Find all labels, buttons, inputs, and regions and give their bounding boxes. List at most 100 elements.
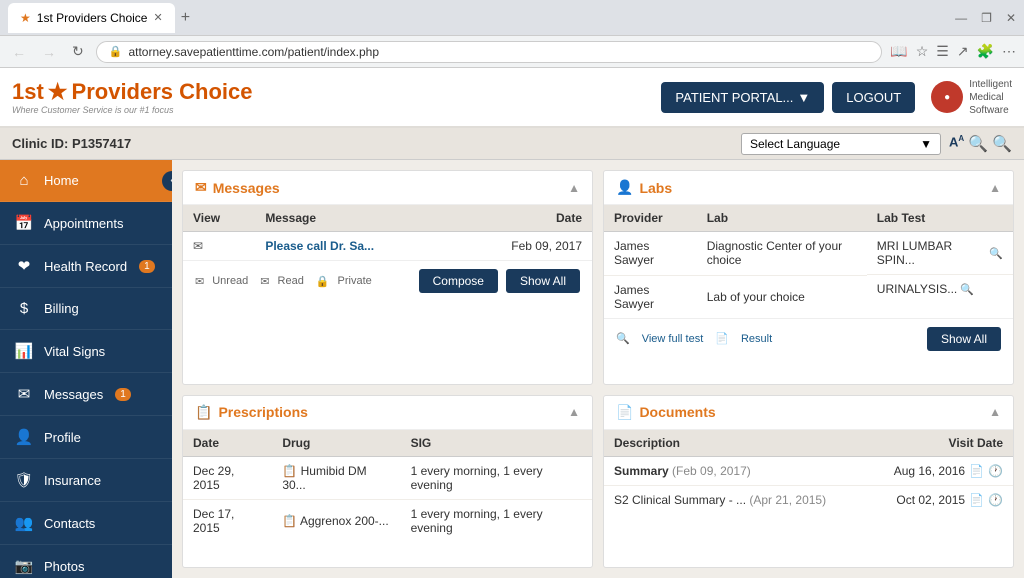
sidebar-item-vital-signs[interactable]: 📊 Vital Signs [0, 330, 172, 373]
new-tab-button[interactable]: + [181, 9, 190, 27]
doc-clock-icon-2[interactable]: 🕐 [988, 493, 1003, 507]
logout-label: LOGOUT [846, 90, 901, 105]
sidebar-item-profile[interactable]: 👤 Profile [0, 416, 172, 459]
doc-file-icon-1[interactable]: 📄 [969, 464, 984, 478]
sidebar-collapse-button[interactable]: ‹ [162, 171, 172, 191]
ims-icon-inner: ● [944, 92, 950, 103]
clinic-id-value: P1357417 [72, 136, 131, 151]
labs-card-header: 👤 Labs ▲ [604, 171, 1013, 205]
message-link[interactable]: Please call Dr. Sa... [255, 232, 453, 261]
menu-icon[interactable]: ☰ [936, 43, 949, 60]
prescriptions-card: 📋 Prescriptions ▲ Date Drug SIG [182, 395, 593, 568]
prescriptions-card-title: 📋 Prescriptions [195, 404, 308, 421]
messages-card-body: View Message Date ✉ Please call Dr. Sa..… [183, 205, 592, 260]
browser-right-icons: 📖 ☆ ☰ ↗ 🧩 ⋯ [890, 43, 1016, 60]
rx-drug-2[interactable]: 📋 Aggrenox 200-... [272, 499, 400, 542]
labs-card: 👤 Labs ▲ Provider Lab Lab Test [603, 170, 1014, 385]
documents-collapse-icon[interactable]: ▲ [989, 405, 1001, 419]
labs-show-all-button[interactable]: Show All [927, 327, 1001, 351]
language-select[interactable]: Select Language ▼ [741, 133, 941, 155]
table-row: James Sawyer Lab of your choice URINALYS… [604, 275, 1013, 318]
rx-col-date: Date [183, 430, 272, 457]
ims-line1: Intelligent [969, 78, 1012, 91]
rx-drug-icon-1: 📋 [282, 464, 297, 478]
lab-name-2: Lab of your choice [697, 275, 867, 318]
message-view-icon: ✉ [183, 232, 255, 261]
rx-col-drug: Drug [272, 430, 400, 457]
sidebar-item-home[interactable]: ⌂ Home ‹ [0, 160, 172, 202]
sidebar-item-contacts[interactable]: 👥 Contacts [0, 502, 172, 545]
text-size-icon[interactable]: AA [949, 134, 964, 154]
more-icon[interactable]: ⋯ [1002, 43, 1016, 60]
sidebar-item-photos[interactable]: 📷 Photos [0, 545, 172, 578]
sidebar-messages-label: Messages [44, 387, 103, 402]
lab-test-2[interactable]: URINALYSIS... 🔍 [867, 275, 1013, 303]
star-icon[interactable]: ☆ [916, 43, 929, 60]
prescriptions-card-header: 📋 Prescriptions ▲ [183, 396, 592, 430]
doc-file-icon-2[interactable]: 📄 [969, 493, 984, 507]
sub-header: Clinic ID: P1357417 Select Language ▼ AA… [0, 128, 1024, 160]
rx-drug-1[interactable]: 📋 Humibid DM 30... [272, 456, 400, 499]
lab-test-1[interactable]: MRI LUMBAR SPIN... 🔍 [867, 232, 1013, 275]
search-icon-2[interactable]: 🔍 [992, 134, 1012, 154]
doc-col-visit-date: Visit Date [867, 430, 1013, 457]
messages-title-text: Messages [213, 180, 280, 196]
logo-brand: Providers Choice [72, 79, 253, 105]
refresh-button[interactable]: ↻ [68, 41, 88, 62]
health-record-icon: ❤ [14, 257, 34, 275]
messages-collapse-icon[interactable]: ▲ [568, 181, 580, 195]
messages-show-all-label: Show All [520, 274, 566, 288]
reader-icon[interactable]: 📖 [890, 43, 907, 60]
documents-card: 📄 Documents ▲ Description Visit Date [603, 395, 1014, 568]
ims-text: Intelligent Medical Software [969, 78, 1012, 117]
logout-button[interactable]: LOGOUT [832, 82, 915, 113]
labs-table: Provider Lab Lab Test James Sawyer Diagn… [604, 205, 1013, 318]
close-window-icon[interactable]: ✕ [1006, 11, 1016, 25]
maximize-icon[interactable]: ❐ [981, 11, 992, 25]
documents-title-text: Documents [639, 404, 715, 420]
logo-1st: 1st [12, 79, 44, 105]
documents-card-title: 📄 Documents [616, 404, 716, 421]
unread-label: Unread [212, 275, 248, 287]
doc-clock-icon-1[interactable]: 🕐 [988, 464, 1003, 478]
lab-search-icon-1[interactable]: 🔍 [989, 247, 1003, 260]
result-link[interactable]: Result [741, 333, 772, 345]
view-full-test-link[interactable]: View full test [642, 333, 704, 345]
sidebar-item-health-record[interactable]: ❤ Health Record 1 [0, 245, 172, 288]
prescriptions-card-body: Date Drug SIG Dec 29, 2015 📋 Humibid DM … [183, 430, 592, 542]
back-button[interactable]: ← [8, 42, 30, 62]
patient-portal-label: PATIENT PORTAL... [675, 90, 793, 105]
lab-search-icon-2[interactable]: 🔍 [960, 283, 974, 296]
patient-portal-button[interactable]: PATIENT PORTAL... ▼ [661, 82, 824, 113]
insurance-icon: 🛡 [14, 471, 34, 489]
share-icon[interactable]: ↗ [957, 43, 969, 60]
sidebar-item-messages[interactable]: ✉ Messages 1 [0, 373, 172, 416]
forward-button[interactable]: → [38, 42, 60, 62]
messages-card-footer: ✉ Unread ✉ Read 🔒 Private Compose Show A… [183, 260, 592, 301]
sidebar-item-insurance[interactable]: 🛡 Insurance [0, 459, 172, 502]
search-icon-1[interactable]: 🔍 [968, 134, 988, 154]
sidebar-item-billing[interactable]: $ Billing [0, 288, 172, 330]
labs-collapse-icon[interactable]: ▲ [989, 181, 1001, 195]
lock-icon: 🔒 [109, 45, 123, 58]
extensions-icon[interactable]: 🧩 [977, 43, 994, 60]
tab-close-icon[interactable]: ✕ [153, 11, 162, 24]
lab-provider-2: James Sawyer [604, 275, 697, 318]
rx-date-2: Dec 17, 2015 [183, 499, 272, 542]
photos-icon: 📷 [14, 557, 34, 575]
unread-icon: ✉ [195, 275, 204, 288]
sidebar-item-appointments[interactable]: 📅 Appointments [0, 202, 172, 245]
read-icon: ✉ [260, 275, 269, 288]
compose-button[interactable]: Compose [419, 269, 498, 293]
lang-placeholder: Select Language [750, 137, 840, 151]
minimize-icon[interactable]: — [955, 11, 967, 25]
appointments-icon: 📅 [14, 214, 34, 232]
table-row: James Sawyer Diagnostic Center of your c… [604, 232, 1013, 276]
browser-tab[interactable]: ★ 1st Providers Choice ✕ [8, 3, 175, 33]
prescriptions-collapse-icon[interactable]: ▲ [568, 405, 580, 419]
lab-name-1: Diagnostic Center of your choice [697, 232, 867, 276]
sidebar-photos-label: Photos [44, 559, 84, 574]
address-bar[interactable]: 🔒 attorney.savepatienttime.com/patient/i… [96, 41, 883, 63]
compose-label: Compose [433, 274, 484, 288]
messages-show-all-button[interactable]: Show All [506, 269, 580, 293]
